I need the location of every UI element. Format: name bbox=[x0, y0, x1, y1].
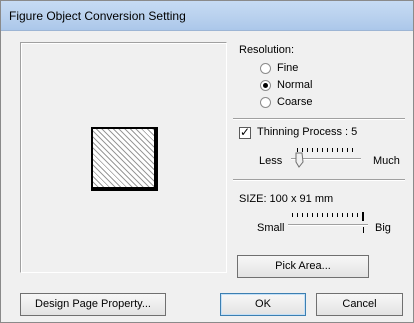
ok-button[interactable]: OK bbox=[220, 293, 306, 316]
window-title: Figure Object Conversion Setting bbox=[9, 9, 186, 23]
thinning-min-label: Less bbox=[259, 155, 283, 167]
preview-panel bbox=[20, 42, 227, 273]
preview-figure bbox=[91, 127, 158, 191]
conversion-dialog: Figure Object Conversion Setting Resolut… bbox=[0, 0, 414, 323]
resolution-label: Resolution: bbox=[239, 44, 295, 56]
thinning-slider[interactable] bbox=[291, 148, 361, 168]
design-page-property-button[interactable]: Design Page Property... bbox=[20, 293, 166, 316]
separator-2 bbox=[233, 179, 405, 181]
thinning-ticks bbox=[297, 148, 357, 152]
size-label: SIZE: 100 x 91 mm bbox=[239, 193, 334, 205]
size-end-tick bbox=[363, 227, 364, 233]
title-bar[interactable]: Figure Object Conversion Setting bbox=[1, 1, 413, 31]
cancel-button[interactable]: Cancel bbox=[316, 293, 403, 316]
radio-selected-dot bbox=[263, 83, 268, 88]
thinning-max-label: Much bbox=[373, 155, 400, 167]
pick-area-button[interactable]: Pick Area... bbox=[237, 255, 369, 278]
size-ticks bbox=[292, 213, 366, 217]
radio-fine[interactable] bbox=[260, 63, 271, 74]
size-thumb[interactable] bbox=[362, 212, 364, 221]
size-min-label: Small bbox=[257, 222, 285, 234]
size-max-label: Big bbox=[375, 222, 391, 234]
radio-coarse-label[interactable]: Coarse bbox=[277, 96, 312, 108]
thinning-label[interactable]: Thinning Process : 5 bbox=[257, 126, 357, 138]
checkmark-icon: ✓ bbox=[240, 125, 251, 139]
size-track bbox=[288, 224, 368, 226]
radio-fine-label[interactable]: Fine bbox=[277, 62, 298, 74]
radio-normal[interactable] bbox=[260, 80, 271, 91]
radio-coarse[interactable] bbox=[260, 97, 271, 108]
separator-1 bbox=[233, 118, 405, 120]
size-slider[interactable] bbox=[288, 212, 370, 235]
radio-normal-label[interactable]: Normal bbox=[277, 79, 312, 91]
thinning-thumb[interactable] bbox=[295, 152, 304, 168]
thinning-checkbox[interactable]: ✓ bbox=[239, 125, 251, 139]
